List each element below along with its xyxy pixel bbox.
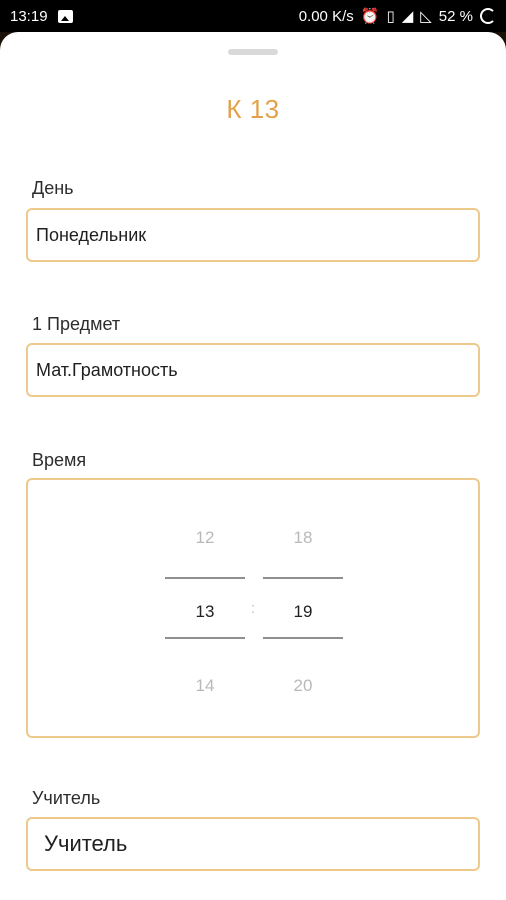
status-time: 13:19 bbox=[10, 7, 48, 25]
minute-divider-top bbox=[263, 577, 343, 579]
time-label: Время bbox=[32, 450, 87, 470]
teacher-field[interactable]: Учитель bbox=[26, 817, 480, 871]
minute-next[interactable]: 20 bbox=[263, 676, 343, 696]
hour-divider-top bbox=[165, 577, 245, 579]
minute-selected[interactable]: 19 bbox=[263, 602, 343, 622]
battery-level: 52 % bbox=[438, 7, 473, 25]
vibrate-icon: ▯ bbox=[386, 7, 395, 25]
time-separator: : bbox=[251, 600, 256, 617]
hour-selected[interactable]: 13 bbox=[165, 602, 245, 622]
battery-icon bbox=[480, 8, 496, 24]
minute-prev[interactable]: 18 bbox=[263, 528, 343, 548]
hour-next[interactable]: 14 bbox=[165, 676, 245, 696]
hour-prev[interactable]: 12 bbox=[165, 528, 245, 548]
status-bar: 13:19 0.00 K/s ⏰ ▯ ◢ ◺ 52 % bbox=[0, 0, 506, 32]
signal-empty-icon: ◺ bbox=[420, 7, 432, 25]
signal-icon: ◢ bbox=[401, 7, 414, 25]
drag-handle[interactable] bbox=[228, 49, 278, 55]
teacher-value: Учитель bbox=[44, 831, 128, 856]
subject-field[interactable]: Мат.Грамотность bbox=[26, 343, 480, 397]
subject-value: Мат.Грамотность bbox=[36, 359, 178, 380]
hour-wheel[interactable]: 12 13 14 bbox=[165, 480, 245, 736]
sheet-title: К 13 bbox=[226, 94, 280, 124]
time-picker: 12 13 14 : 18 19 20 bbox=[26, 478, 480, 738]
hour-divider-bottom bbox=[165, 637, 245, 639]
day-value: Понедельник bbox=[36, 224, 147, 245]
minute-wheel[interactable]: 18 19 20 bbox=[263, 480, 343, 736]
alarm-icon: ⏰ bbox=[360, 7, 380, 25]
image-notification-icon bbox=[57, 9, 73, 23]
day-field[interactable]: Понедельник bbox=[26, 208, 480, 262]
day-label: День bbox=[32, 178, 74, 198]
subject-label: 1 Предмет bbox=[32, 314, 121, 334]
teacher-label: Учитель bbox=[32, 788, 101, 808]
bottom-sheet: К 13 День Понедельник 1 Предмет Мат.Грам… bbox=[0, 32, 506, 900]
network-speed: 0.00 K/s bbox=[298, 7, 354, 25]
minute-divider-bottom bbox=[263, 637, 343, 639]
